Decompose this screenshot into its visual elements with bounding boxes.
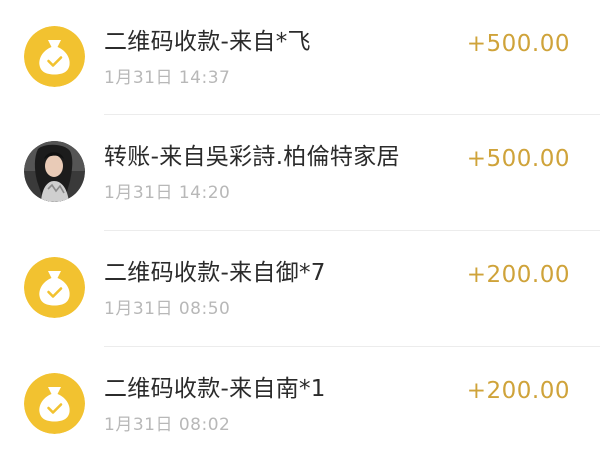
transaction-row[interactable]: 二维码收款-来自御*7 1月31日 08:50 +200.00 bbox=[0, 231, 600, 346]
transaction-amount: +200.00 bbox=[466, 262, 570, 288]
money-bag-icon bbox=[24, 257, 85, 318]
transaction-amount: +500.00 bbox=[466, 146, 570, 172]
transaction-time: 1月31日 14:37 bbox=[104, 68, 231, 88]
transaction-time: 1月31日 14:20 bbox=[104, 183, 231, 203]
money-bag-icon bbox=[24, 26, 85, 87]
transaction-title: 二维码收款-来自南*1 bbox=[104, 376, 326, 402]
transaction-list: 二维码收款-来自*飞 1月31日 14:37 +500.00 转账-来自吳彩詩.… bbox=[0, 0, 600, 452]
transaction-title: 转账-来自吳彩詩.柏倫特家居 bbox=[104, 144, 400, 170]
money-bag-icon bbox=[24, 373, 85, 434]
transaction-amount: +200.00 bbox=[466, 378, 570, 404]
user-avatar bbox=[24, 141, 85, 202]
transaction-time: 1月31日 08:02 bbox=[104, 415, 231, 435]
transaction-row[interactable]: 转账-来自吳彩詩.柏倫特家居 1月31日 14:20 +500.00 bbox=[0, 115, 600, 230]
transaction-row[interactable]: 二维码收款-来自*飞 1月31日 14:37 +500.00 bbox=[0, 0, 600, 115]
transaction-row[interactable]: 二维码收款-来自南*1 1月31日 08:02 +200.00 bbox=[0, 347, 600, 452]
transaction-amount: +500.00 bbox=[466, 31, 570, 57]
transaction-title: 二维码收款-来自*飞 bbox=[104, 29, 311, 55]
transaction-time: 1月31日 08:50 bbox=[104, 299, 231, 319]
transaction-title: 二维码收款-来自御*7 bbox=[104, 260, 326, 286]
